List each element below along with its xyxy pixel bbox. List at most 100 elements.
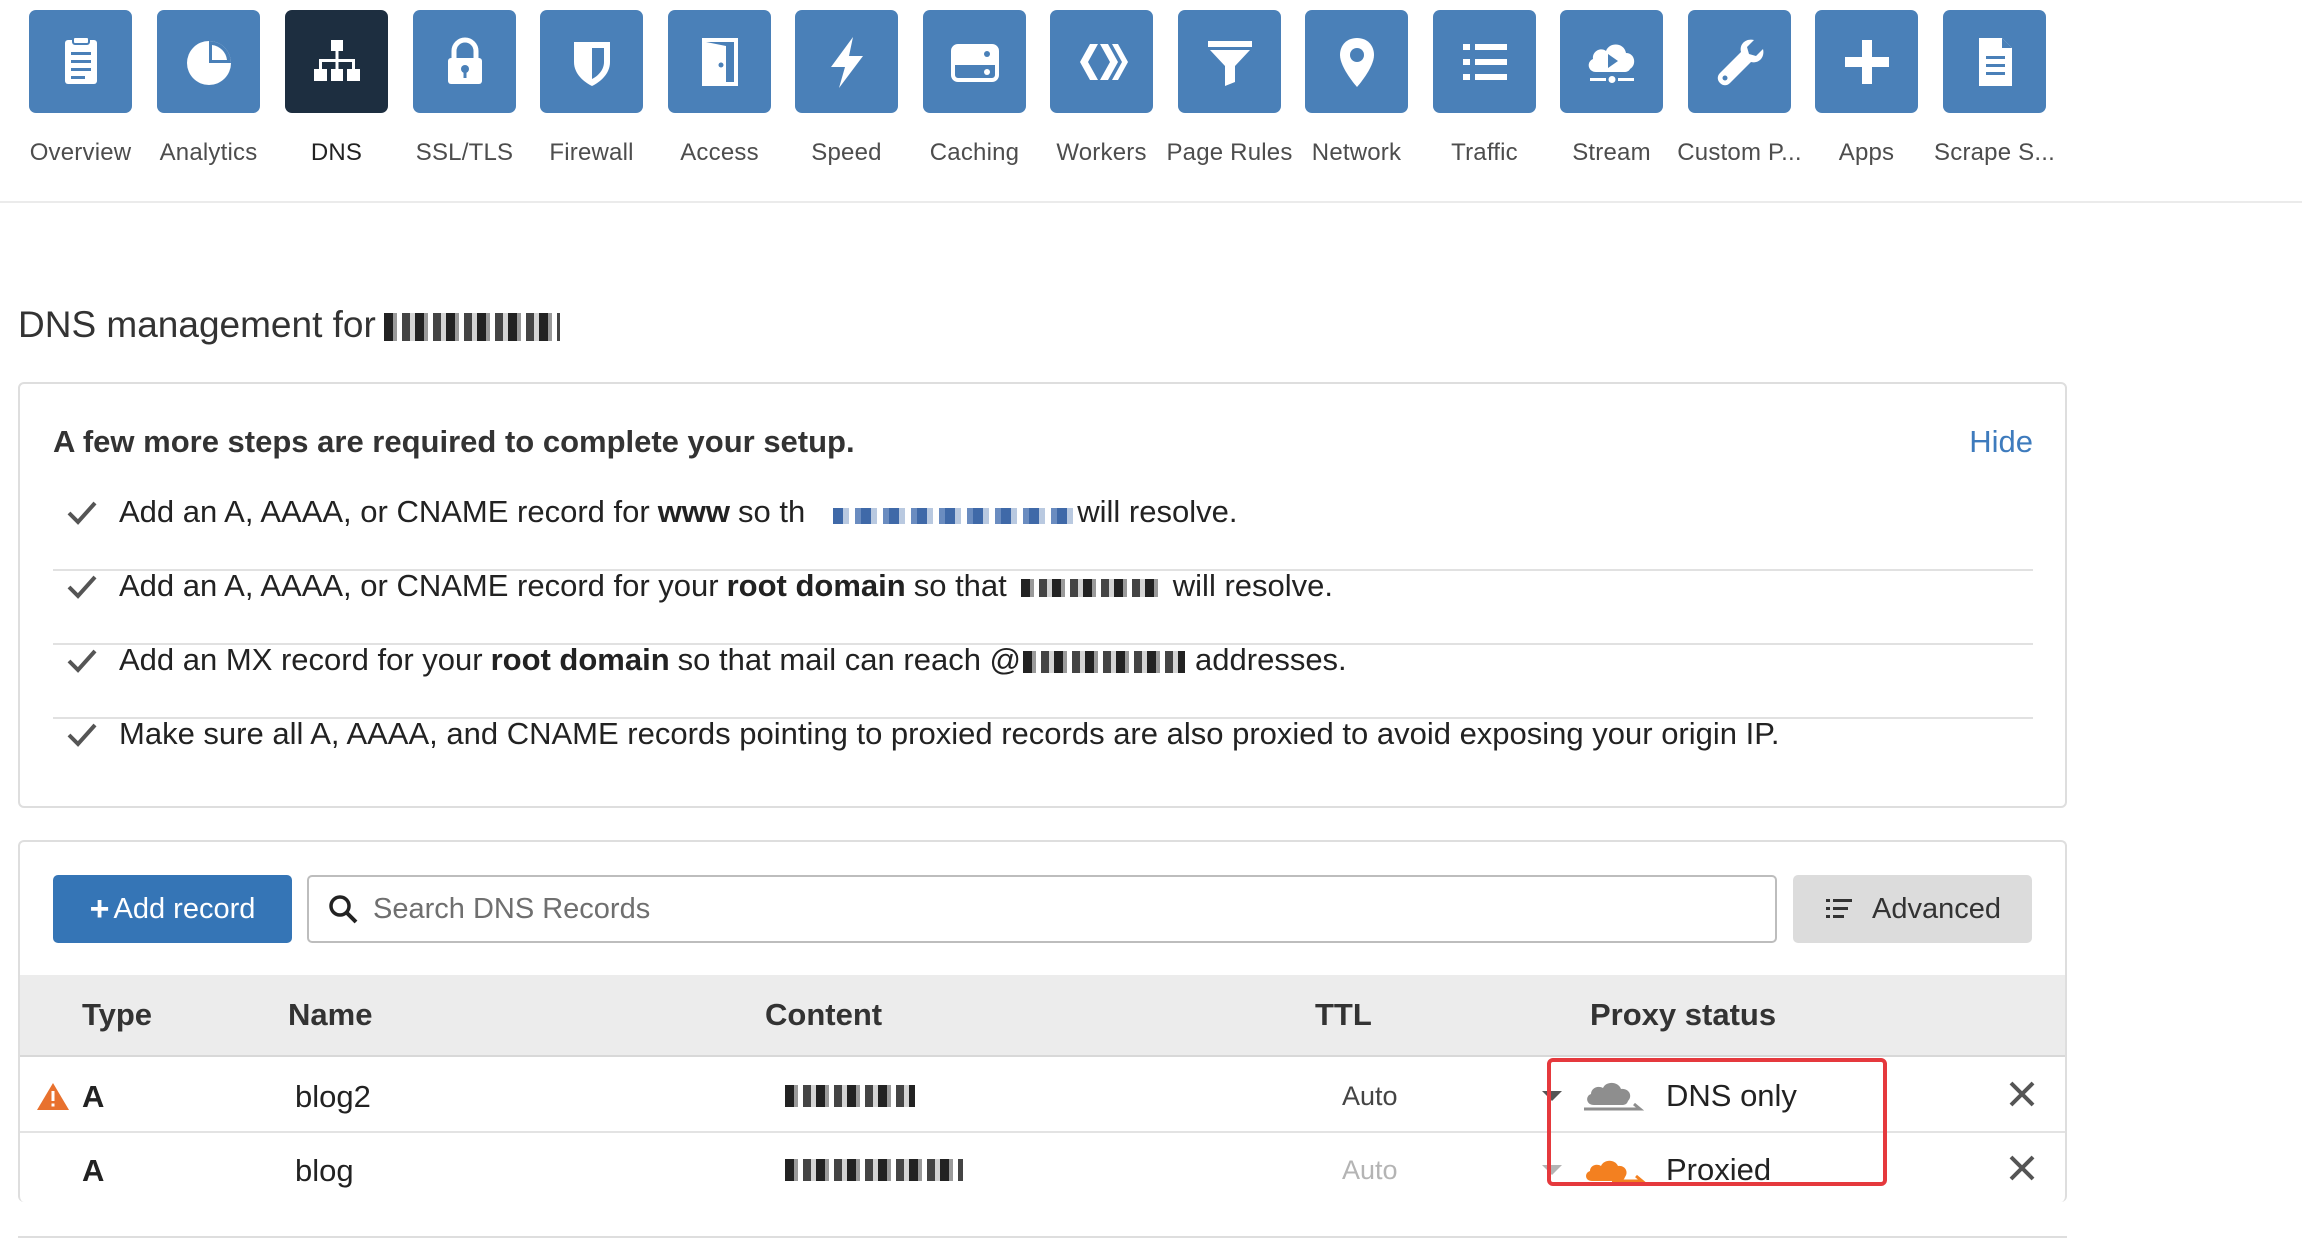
- page-rules-tile[interactable]: [1178, 10, 1281, 113]
- nav-label-traffic: Traffic: [1451, 139, 1518, 166]
- checkmark-icon: [67, 649, 97, 673]
- search-dns-records[interactable]: [307, 875, 1777, 943]
- step-text-post: so that: [913, 568, 1007, 603]
- shield-icon: [573, 41, 610, 86]
- proxy-status-toggle[interactable]: Proxied: [1582, 1133, 1771, 1202]
- redacted-domain: [1023, 651, 1186, 673]
- access-tile[interactable]: [668, 10, 771, 113]
- step-text-tail: will resolve.: [1172, 568, 1333, 603]
- cloud-play-icon: [1588, 43, 1634, 83]
- step-text-pre: Make sure all A, AAAA, and CNAME records…: [119, 716, 1780, 751]
- nav-label-workers: Workers: [1056, 139, 1147, 166]
- setup-step-proxied: Make sure all A, AAAA, and CNAME records…: [53, 697, 2033, 771]
- nav-item-firewall[interactable]: Firewall: [528, 10, 655, 167]
- close-icon: [2009, 1081, 2035, 1107]
- step-text-pre: Add an MX record for your: [119, 642, 483, 677]
- column-header-proxy-status: Proxy status: [1590, 997, 1777, 1032]
- apps-tile[interactable]: [1815, 10, 1918, 113]
- lock-icon: [447, 37, 482, 84]
- step-text-post: so that mail can reach @: [677, 642, 1022, 677]
- delete-record-button[interactable]: [2007, 1153, 2037, 1187]
- nav-label-scrape-shield: Scrape S...: [1934, 139, 2055, 166]
- nav-item-page-rules[interactable]: Page Rules: [1166, 10, 1293, 167]
- next-card-edge: [18, 1236, 2067, 1242]
- nav-item-analytics[interactable]: Analytics: [145, 10, 272, 167]
- plus-icon: [1844, 39, 1889, 84]
- setup-step-www: Add an A, AAAA, or CNAME record for www …: [53, 475, 2033, 549]
- nav-item-stream[interactable]: Stream: [1548, 10, 1675, 167]
- redacted-domain: [383, 313, 560, 341]
- checkmark-icon: [67, 575, 97, 599]
- workers-tile[interactable]: [1050, 10, 1153, 113]
- delete-record-button[interactable]: [2007, 1079, 2037, 1113]
- chevron-down-icon: [1542, 1165, 1562, 1175]
- setup-step-root-domain: Add an A, AAAA, or CNAME record for your…: [53, 549, 2033, 623]
- dns-tile[interactable]: [285, 10, 388, 113]
- nav-item-apps[interactable]: Apps: [1803, 10, 1930, 167]
- network-tile[interactable]: [1305, 10, 1408, 113]
- redacted-hostname: [833, 508, 1074, 524]
- column-header-ttl[interactable]: TTL: [1315, 997, 1372, 1033]
- table-row[interactable]: A blog Auto Proxied: [20, 1133, 2065, 1202]
- advanced-label: Advanced: [1872, 892, 2001, 925]
- setup-steps-card: A few more steps are required to complet…: [18, 382, 2067, 808]
- ssl-tls-tile[interactable]: [413, 10, 516, 113]
- step-text-tail: addresses.: [1195, 642, 1347, 677]
- clipboard-icon: [64, 35, 97, 84]
- chevron-down-icon: [1542, 1091, 1562, 1101]
- nav-label-dns: DNS: [310, 139, 363, 166]
- nav-item-workers[interactable]: Workers: [1038, 10, 1165, 167]
- record-name: blog2: [295, 1079, 371, 1114]
- nav-label-access: Access: [680, 139, 759, 166]
- speed-tile[interactable]: [795, 10, 898, 113]
- ttl-value: Auto: [1342, 1080, 1398, 1111]
- door-icon: [701, 37, 738, 86]
- checkmark-icon: [67, 723, 97, 747]
- add-record-button[interactable]: + Add record: [53, 875, 292, 943]
- analytics-tile[interactable]: [157, 10, 260, 113]
- nav-item-overview[interactable]: Overview: [17, 10, 144, 167]
- setup-title: A few more steps are required to complet…: [53, 424, 855, 459]
- table-row[interactable]: A blog2 Auto DNS only: [20, 1059, 2065, 1133]
- column-header-name[interactable]: Name: [288, 997, 372, 1033]
- nav-item-network[interactable]: Network: [1293, 10, 1420, 167]
- advanced-button[interactable]: Advanced: [1793, 875, 2032, 943]
- add-record-label: Add record: [113, 892, 256, 925]
- column-header-content[interactable]: Content: [765, 997, 882, 1033]
- scrape-shield-tile[interactable]: [1943, 10, 2046, 113]
- nav-item-speed[interactable]: Speed: [783, 10, 910, 167]
- search-input[interactable]: [373, 892, 1753, 926]
- firewall-tile[interactable]: [540, 10, 643, 113]
- step-text-bold: root domain: [726, 568, 906, 603]
- nav-label-ssl-tls: SSL/TLS: [415, 139, 514, 166]
- nav-item-ssl-tls[interactable]: SSL/TLS: [401, 10, 528, 167]
- grey-cloud-icon: [1584, 1082, 1645, 1111]
- nav-item-traffic[interactable]: Traffic: [1421, 10, 1548, 167]
- close-icon: [2009, 1155, 2035, 1181]
- record-type: A: [82, 1153, 105, 1188]
- caching-tile[interactable]: [923, 10, 1026, 113]
- nav-item-access[interactable]: Access: [656, 10, 783, 167]
- step-text-pre: Add an A, AAAA, or CNAME record for: [119, 494, 650, 529]
- nav-item-scrape-shield[interactable]: Scrape S...: [1931, 10, 2058, 167]
- redacted-content: [785, 1159, 963, 1181]
- step-text-tail: will resolve.: [1077, 494, 1238, 529]
- hide-link[interactable]: Hide: [1969, 424, 2033, 460]
- nav-label-network: Network: [1311, 139, 1402, 166]
- map-pin-icon: [1339, 37, 1374, 87]
- ttl-select[interactable]: Auto: [1338, 1059, 1570, 1133]
- setup-step-mx: Add an MX record for your root domain so…: [53, 623, 2033, 697]
- custom-pages-tile[interactable]: [1688, 10, 1791, 113]
- proxy-status-toggle[interactable]: DNS only: [1582, 1059, 1797, 1133]
- nav-item-dns[interactable]: DNS: [273, 10, 400, 167]
- ttl-value: Auto: [1342, 1154, 1398, 1185]
- nav-label-custom-pages: Custom P...: [1677, 139, 1802, 166]
- nav-label-page-rules: Page Rules: [1166, 139, 1293, 166]
- column-header-type[interactable]: Type: [82, 997, 152, 1033]
- stream-tile[interactable]: [1560, 10, 1663, 113]
- list-icon: [1462, 43, 1507, 80]
- traffic-tile[interactable]: [1433, 10, 1536, 113]
- overview-tile[interactable]: [29, 10, 132, 113]
- nav-item-custom-pages[interactable]: Custom P...: [1676, 10, 1803, 167]
- nav-item-caching[interactable]: Caching: [911, 10, 1038, 167]
